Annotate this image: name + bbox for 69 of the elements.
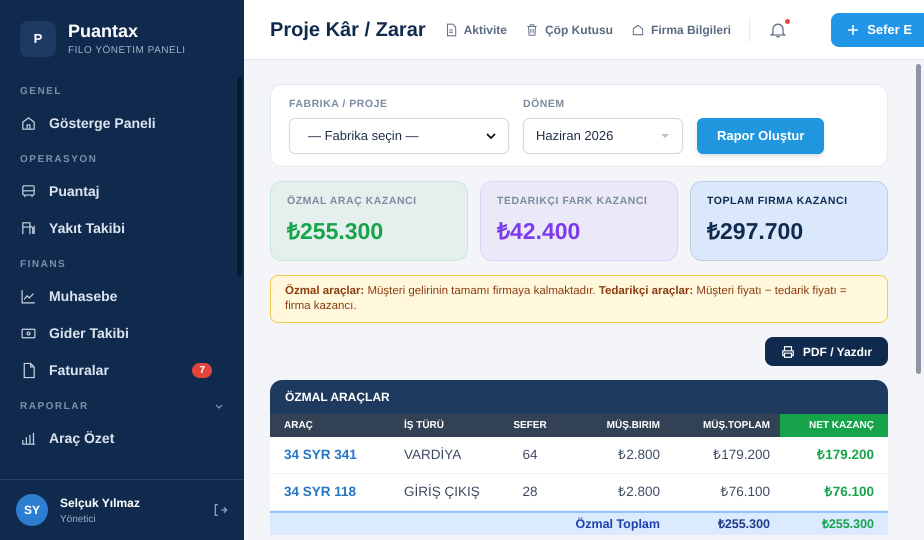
table-cell-text: 64: [521, 446, 539, 464]
logo: P: [20, 20, 56, 57]
section-heading: FINANS: [20, 258, 66, 272]
info-note: Özmal araçlar: Müşteri gelirinin tamamı firmaya kalmaktadır. Tedarikçi araçlar: Müşteri fiyatı − tedarik fiyatı = firma kazancı.: [270, 275, 888, 323]
sidebar-item[interactable]: Puantaj: [20, 172, 224, 210]
section-heading: GENEL: [20, 84, 62, 98]
stat-label: TOPLAM FIRMA KAZANCI: [707, 194, 849, 209]
page-title: Proje Kâr / Zarar: [270, 18, 426, 42]
vehicle-link[interactable]: 34 SYR 118: [270, 482, 390, 502]
main-scrollbar[interactable]: [916, 64, 921, 374]
stat-label: ÖZMAL ARAÇ KAZANCI: [287, 194, 418, 209]
print-button[interactable]: PDF / Yazdır: [764, 337, 888, 366]
total-label: Özmal Toplam: [574, 516, 661, 533]
user-role: Yönetici: [60, 512, 97, 526]
stat-label: TEDARIKÇI FARK KAZANCI: [497, 194, 648, 209]
table-cell-text: ₺2.800: [617, 482, 661, 501]
table-cell-text: GİRİŞ ÇIKIŞ: [403, 482, 481, 501]
header-link[interactable]: Çöp Kutusu: [524, 20, 613, 38]
brand-subtitle: FILO YÖNETIM PANELI: [68, 44, 186, 58]
table-cell-text: 28: [521, 482, 539, 501]
line-chart-icon: [20, 288, 37, 304]
stat-value: ₺255.300: [287, 216, 384, 246]
plus-icon: [847, 24, 860, 36]
sidebar-item[interactable]: Araç Özet: [20, 420, 224, 456]
trash-icon: [524, 22, 539, 36]
count-badge: 7: [192, 362, 212, 378]
field-label: FABRIKA / PROJE: [289, 97, 388, 112]
column-header: MÜŞ.BIRIM: [606, 418, 661, 433]
avatar: SY: [16, 494, 48, 526]
column-header: ARAÇ: [283, 419, 314, 433]
column-header: MÜŞ.TOPLAM: [702, 418, 771, 433]
fuel-pump-icon: [20, 220, 37, 236]
table-cell-text: VARDİYA: [403, 446, 462, 464]
stat-value: ₺42.400: [497, 216, 582, 246]
notification-button[interactable]: [768, 20, 788, 40]
table-cell-text: ₺76.100: [720, 482, 771, 501]
table-title: ÖZMAL ARAÇLAR: [270, 380, 888, 414]
column-header: NET KAZANÇ: [780, 414, 888, 437]
home-icon: [630, 22, 645, 36]
home-icon: [20, 114, 37, 132]
logout-icon[interactable]: [212, 502, 228, 518]
field-label: DÖNEM: [523, 97, 566, 112]
sidebar-item[interactable]: Yakıt Takibi: [20, 210, 224, 246]
stat-value: ₺297.700: [707, 216, 804, 246]
sidebar-item[interactable]: Gösterge Paneli: [20, 104, 224, 142]
section-heading: OPERASYON: [20, 152, 98, 166]
sidebar-item[interactable]: Faturalar 7: [20, 352, 224, 388]
bus-icon: [20, 182, 37, 200]
user-name: Selçuk Yılmaz: [60, 494, 141, 512]
table-cell-text: ₺179.200: [816, 446, 875, 464]
header-link[interactable]: Aktivite: [444, 20, 507, 38]
table-cell-text: ₺179.200: [712, 446, 771, 464]
table-cell-text: ₺255.300: [716, 516, 771, 533]
brand-name: Puantax: [68, 20, 140, 42]
select-field[interactable]: — Fabrika seçin —: [289, 118, 509, 154]
vehicle-link[interactable]: 34 SYR 341: [270, 444, 390, 466]
chevron-icon: [486, 130, 496, 141]
header-link[interactable]: Firma Bilgileri: [630, 20, 732, 38]
select-field[interactable]: Haziran 2026: [523, 118, 683, 154]
sidebar-item[interactable]: Gider Takibi: [20, 314, 224, 352]
section-heading: RAPORLAR: [20, 400, 89, 414]
table-cell-text: ₺255.300: [820, 516, 875, 533]
column-header: SEFER: [512, 419, 548, 433]
scrollbar[interactable]: [237, 77, 242, 277]
column-header: İŞ TÜRÜ: [403, 418, 445, 433]
table-cell-text: ₺2.800: [617, 446, 661, 464]
sidebar-item[interactable]: Muhasebe: [20, 278, 224, 314]
table-cell-text: ₺76.100: [824, 482, 875, 501]
printer-icon: [780, 344, 795, 358]
